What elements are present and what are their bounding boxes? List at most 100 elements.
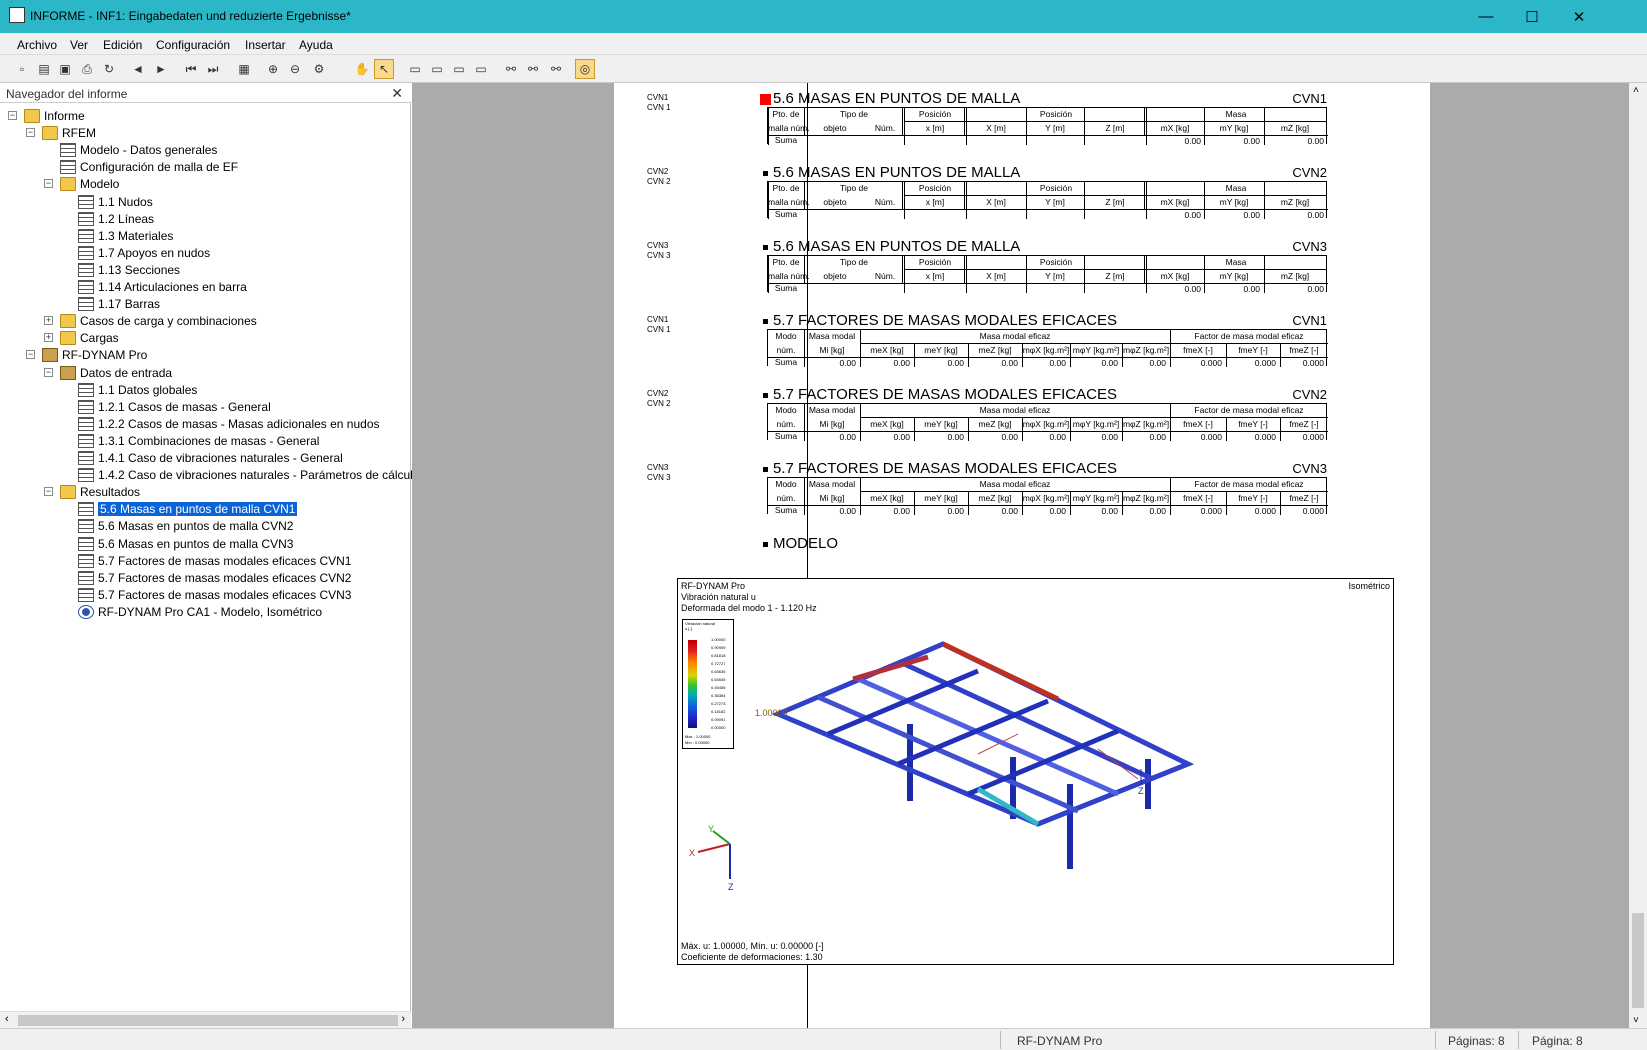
- scroll-thumb[interactable]: [18, 1015, 398, 1026]
- tree-item[interactable]: 1.4.2 Caso de vibraciones naturales - Pa…: [78, 466, 420, 484]
- header-cell: Tipo de: [839, 257, 869, 267]
- header-cell: Pto. de: [772, 183, 800, 193]
- page-setup-icon[interactable]: ▦: [234, 59, 254, 79]
- select-icon[interactable]: ↖: [374, 59, 394, 79]
- sum-value: 0.00: [893, 432, 910, 442]
- link-a-icon[interactable]: ⚯: [501, 59, 521, 79]
- max-label: 1.00000: [755, 708, 788, 718]
- expand-icon[interactable]: +: [44, 316, 53, 326]
- save-icon[interactable]: ▣: [55, 59, 75, 79]
- collapse-icon[interactable]: −: [44, 179, 53, 189]
- collapse-icon[interactable]: −: [44, 367, 53, 377]
- tree-item[interactable]: RF-DYNAM Pro: [42, 346, 147, 364]
- scroll-left-icon[interactable]: ‹: [5, 1013, 9, 1025]
- tree-item[interactable]: 1.2.2 Casos de masas - Masas adicionales…: [78, 415, 380, 433]
- tree-item[interactable]: RFEM: [42, 124, 96, 142]
- page-c-icon[interactable]: ▭: [449, 59, 469, 79]
- hand-icon[interactable]: ✋: [352, 59, 372, 79]
- tree-item[interactable]: 1.17 Barras: [78, 295, 160, 313]
- collapse-icon[interactable]: −: [26, 128, 35, 138]
- last-page-icon[interactable]: ⏭: [203, 59, 223, 79]
- scroll-up-icon[interactable]: ˄: [1633, 85, 1639, 96]
- menu-archivo[interactable]: Archivo: [17, 38, 57, 52]
- header-cell: Masa modal: [808, 331, 856, 341]
- table-icon: [78, 399, 94, 414]
- refresh-icon[interactable]: ↻: [99, 59, 119, 79]
- collapse-icon[interactable]: −: [8, 111, 17, 120]
- horizontal-scrollbar[interactable]: ‹ ›: [0, 1011, 411, 1028]
- new-icon[interactable]: ▫: [12, 59, 32, 79]
- tree-item[interactable]: 1.3 Materiales: [78, 227, 173, 245]
- grid-line: [860, 491, 1328, 492]
- zoom-in-icon[interactable]: ⊕: [263, 59, 283, 79]
- vscroll-thumb[interactable]: [1632, 913, 1644, 1008]
- tree-item[interactable]: RF-DYNAM Pro CA1 - Modelo, Isométrico: [78, 603, 322, 621]
- page-a-icon[interactable]: ▭: [405, 59, 425, 79]
- scroll-down-icon[interactable]: ˅: [1633, 1015, 1639, 1026]
- tree-item[interactable]: Resultados: [60, 483, 140, 501]
- close-button[interactable]: ✕: [1556, 0, 1602, 33]
- first-page-icon[interactable]: ⏮: [181, 59, 201, 79]
- dynam-icon[interactable]: ◎: [575, 59, 595, 79]
- tree-item[interactable]: 5.7 Factores de masas modales eficaces C…: [78, 552, 351, 570]
- tree-item[interactable]: Casos de carga y combinaciones: [60, 312, 257, 330]
- header-cell: Núm.: [874, 197, 896, 207]
- tree-item[interactable]: Modelo - Datos generales: [60, 141, 217, 159]
- tree-item[interactable]: 1.13 Secciones: [78, 261, 180, 279]
- settings-icon[interactable]: ⚙: [309, 59, 329, 79]
- print-icon[interactable]: ⎙: [77, 59, 97, 79]
- grid-line: [904, 269, 1326, 270]
- back-icon[interactable]: ◄: [128, 59, 148, 79]
- tree-item[interactable]: 1.4.1 Caso de vibraciones naturales - Ge…: [78, 449, 343, 467]
- minimize-button[interactable]: —: [1463, 0, 1509, 33]
- link-c-icon[interactable]: ⚯: [546, 59, 566, 79]
- tree-item[interactable]: 1.2.1 Casos de masas - General: [78, 398, 271, 416]
- tree-item[interactable]: 5.6 Masas en puntos de malla CVN1: [78, 500, 298, 518]
- zoom-out-icon[interactable]: ⊖: [285, 59, 305, 79]
- menu-ayuda[interactable]: Ayuda: [299, 38, 333, 52]
- menu-configuracion[interactable]: Configuración: [156, 38, 230, 52]
- sum-value: 0.000: [1302, 506, 1324, 516]
- tree-item[interactable]: 5.6 Masas en puntos de malla CVN2: [78, 517, 293, 535]
- tree-item-label: 1.2 Líneas: [98, 211, 155, 226]
- expand-icon[interactable]: +: [44, 333, 53, 343]
- sum-value: 0.00: [1101, 358, 1118, 368]
- page-b-icon[interactable]: ▭: [427, 59, 447, 79]
- tree-item[interactable]: 5.6 Masas en puntos de malla CVN3: [78, 535, 293, 553]
- menu-ver[interactable]: Ver: [70, 38, 88, 52]
- tree-item[interactable]: Cargas: [60, 329, 119, 347]
- tree-item[interactable]: Informe: [24, 107, 85, 125]
- tree-item[interactable]: 1.1 Datos globales: [78, 381, 197, 399]
- header-cell: núm.: [776, 419, 796, 429]
- header-cell: mY [kg]: [1219, 271, 1249, 281]
- tree-item[interactable]: Datos de entrada: [60, 364, 172, 382]
- header-cell: meZ [kg]: [978, 345, 1012, 355]
- collapse-icon[interactable]: −: [26, 350, 35, 360]
- tree-item[interactable]: Modelo: [60, 175, 119, 193]
- menu-edicion[interactable]: Edición: [103, 38, 142, 52]
- tree-item[interactable]: 5.7 Factores de masas modales eficaces C…: [78, 586, 351, 604]
- grid-line: [860, 417, 1328, 418]
- collapse-icon[interactable]: −: [44, 487, 53, 497]
- tree-item[interactable]: 1.1 Nudos: [78, 193, 153, 211]
- tree-item[interactable]: Configuración de malla de EF: [60, 158, 238, 176]
- roof-beam: [816, 694, 1080, 814]
- tree-item[interactable]: 1.14 Articulaciones en barra: [78, 278, 247, 296]
- sum-value: 0.00: [1184, 136, 1201, 146]
- menu-insertar[interactable]: Insertar: [245, 38, 286, 52]
- forward-icon[interactable]: ►: [151, 59, 171, 79]
- navigator-title: Navegador del informe: [6, 87, 128, 101]
- open-icon[interactable]: ▤: [34, 59, 54, 79]
- header-cell: mφZ [kg.m²]: [1122, 493, 1170, 503]
- sum-value: 0.00: [1049, 358, 1066, 368]
- scroll-right-icon[interactable]: ›: [401, 1013, 405, 1025]
- tree-item[interactable]: 1.7 Apoyos en nudos: [78, 244, 210, 262]
- tree-item[interactable]: 1.2 Líneas: [78, 210, 154, 228]
- navigator-close-icon[interactable]: ✕: [391, 85, 403, 102]
- vertical-scrollbar[interactable]: ˄ ˅: [1629, 83, 1647, 1028]
- link-b-icon[interactable]: ⚯: [523, 59, 543, 79]
- maximize-button[interactable]: ☐: [1509, 0, 1555, 33]
- page-d-icon[interactable]: ▭: [471, 59, 491, 79]
- tree-item[interactable]: 1.3.1 Combinaciones de masas - General: [78, 432, 319, 450]
- tree-item[interactable]: 5.7 Factores de masas modales eficaces C…: [78, 569, 351, 587]
